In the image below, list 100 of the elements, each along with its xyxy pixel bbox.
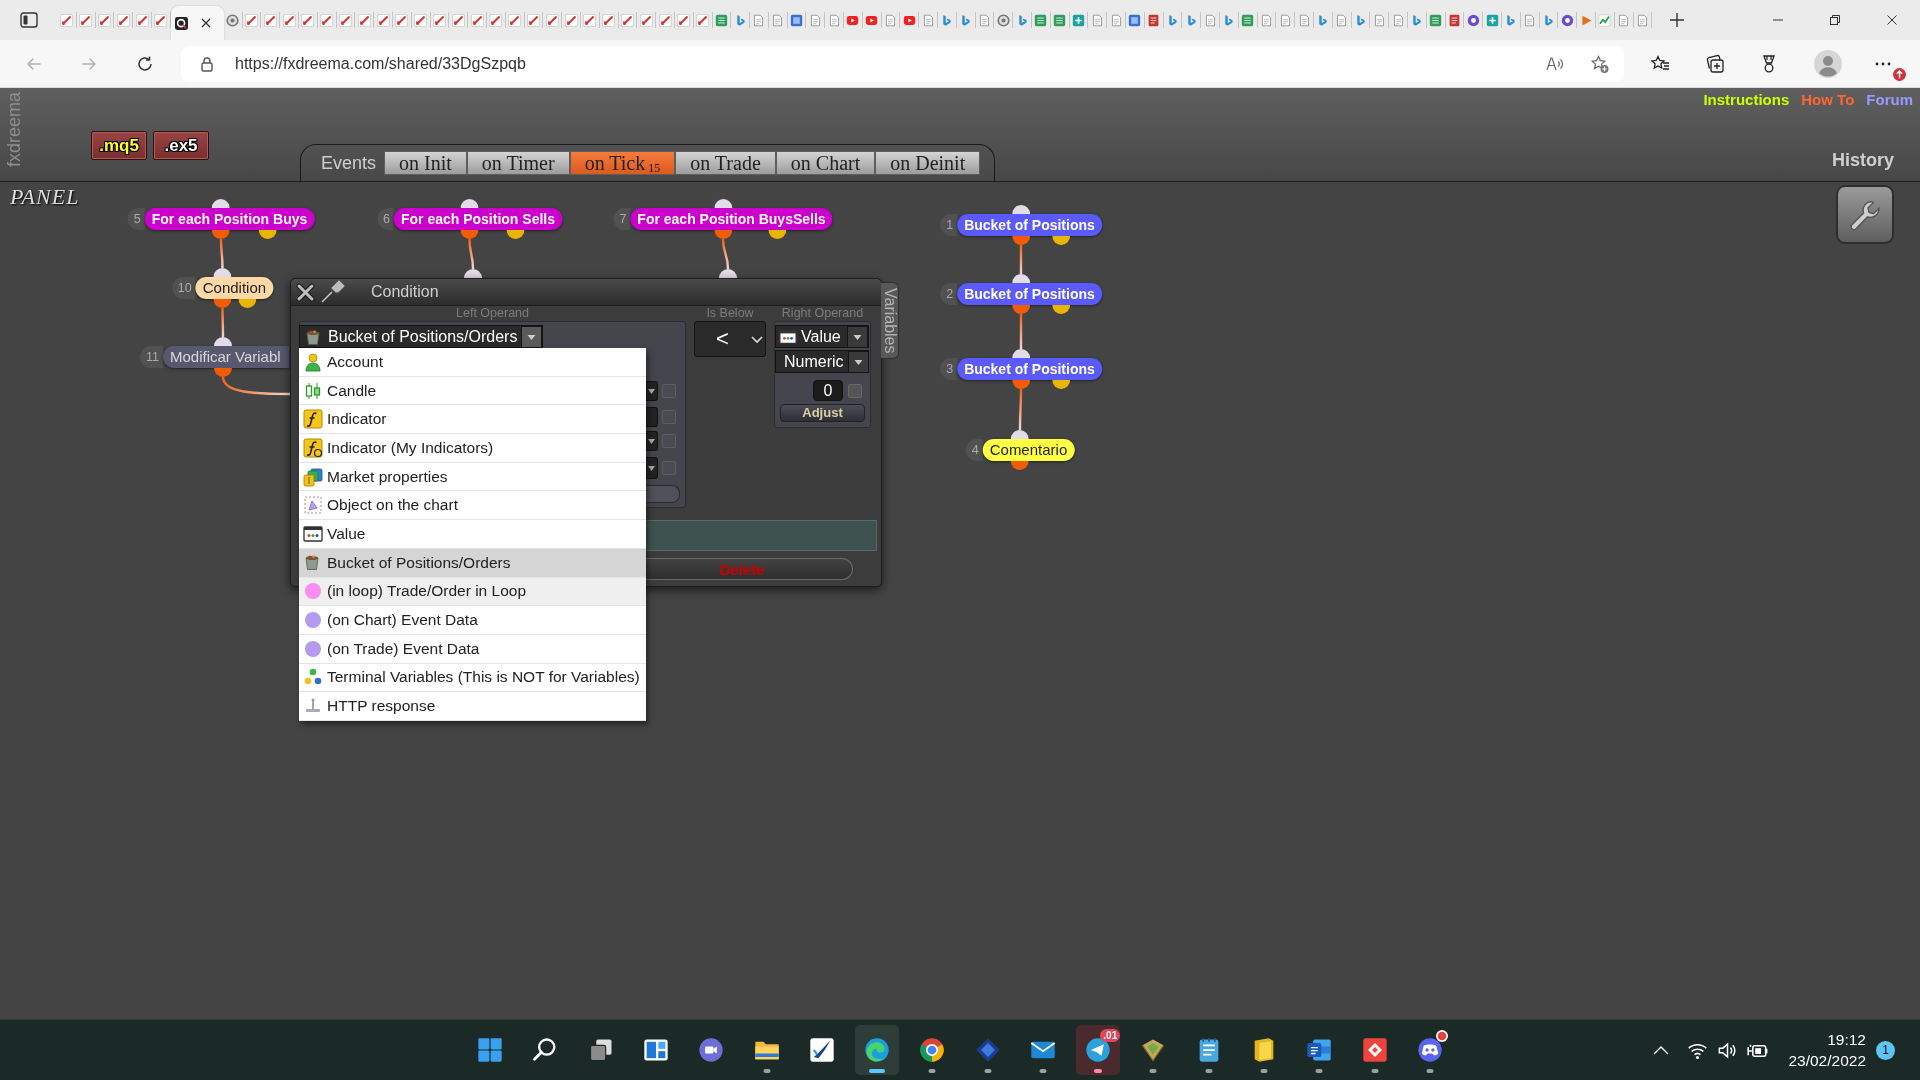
page-icon[interactable] [1260, 13, 1273, 27]
caret-icon[interactable] [847, 350, 869, 373]
play-icon[interactable] [865, 13, 879, 27]
checkmark-icon[interactable] [414, 13, 428, 27]
history-link[interactable]: History [1832, 150, 1894, 171]
cross-tile-icon[interactable] [1485, 13, 1499, 27]
page-icon[interactable] [771, 13, 785, 27]
segmented-circle-icon[interactable] [918, 1036, 947, 1064]
adjust-button[interactable]: Adjust [780, 404, 865, 422]
checkmark-icon[interactable] [564, 13, 578, 27]
menu-item[interactable]: Candle [299, 376, 646, 406]
new-tab-icon[interactable] [1669, 12, 1686, 28]
address-field[interactable]: https://fxdreema.com/shared/33DgSzpqb [181, 45, 1624, 82]
menu-item[interactable]: HTTP response [299, 692, 646, 721]
avatar-icon[interactable] [1814, 49, 1842, 78]
play-icon[interactable] [902, 13, 916, 27]
checkmark-icon[interactable] [98, 13, 111, 27]
browser-tab[interactable] [170, 6, 224, 40]
controller-icon[interactable] [1415, 1036, 1444, 1064]
node-label[interactable]: For each Position Buys [144, 208, 315, 230]
menu-item[interactable]: (on Chart) Event Data [299, 606, 646, 635]
chevron-up-icon[interactable] [1652, 1045, 1671, 1055]
page-icon[interactable] [752, 13, 766, 27]
checkmark-icon[interactable] [639, 13, 653, 27]
export-button[interactable]: .mq5 [91, 131, 147, 160]
checkmark-icon[interactable] [79, 13, 93, 27]
caret-icon[interactable] [847, 325, 868, 348]
checkmark-icon[interactable] [432, 13, 446, 27]
checkmark-icon[interactable] [696, 13, 710, 27]
page-icon[interactable] [978, 13, 992, 27]
close-icon[interactable] [200, 18, 211, 28]
checkbox[interactable] [662, 384, 676, 398]
play-icon[interactable] [846, 13, 860, 27]
page-icon[interactable] [1523, 13, 1537, 27]
chart-icon[interactable] [1598, 13, 1612, 27]
checkmark-icon[interactable] [338, 13, 352, 27]
sheet-icon[interactable] [1053, 13, 1067, 27]
checkmark-icon[interactable] [489, 13, 503, 27]
start-icon[interactable] [476, 1036, 505, 1064]
hook-icon[interactable] [1222, 13, 1236, 27]
disc-icon[interactable] [1560, 13, 1574, 27]
close-icon[interactable] [1886, 15, 1897, 25]
menu-item[interactable]: Object on the chart [299, 491, 646, 521]
menu-item[interactable]: Bucket of Positions/Orders [299, 548, 646, 578]
checkmark-icon[interactable] [545, 13, 559, 27]
collections-icon[interactable] [1705, 53, 1725, 74]
menu-item[interactable]: Indicator (My Indicators) [299, 434, 646, 463]
checkmark-icon[interactable] [470, 13, 484, 27]
checkmark-icon[interactable] [583, 13, 597, 27]
sheet-icon[interactable] [1429, 13, 1443, 27]
checkmark-icon[interactable] [376, 13, 390, 27]
checkmark-icon[interactable] [301, 13, 315, 27]
sheet-icon[interactable] [1034, 13, 1048, 27]
page-icon[interactable] [808, 13, 822, 27]
hook-icon[interactable] [1166, 13, 1179, 27]
caret-icon[interactable] [521, 325, 542, 348]
checkmark-icon[interactable] [602, 13, 616, 27]
tile-icon[interactable] [1128, 13, 1142, 27]
page-icon[interactable] [884, 13, 898, 27]
checkmark-icon[interactable] [395, 13, 409, 27]
page-icon[interactable] [1203, 13, 1217, 27]
check-tile-icon[interactable] [807, 1036, 836, 1064]
page-icon[interactable] [1372, 13, 1386, 27]
notification-count[interactable]: 1 [1876, 1040, 1895, 1060]
node-label[interactable]: For each Position Sells [393, 208, 562, 230]
clock-date[interactable]: 23/02/2022 [1788, 1050, 1866, 1071]
hook-icon[interactable] [1316, 13, 1330, 27]
add-favorite-icon[interactable] [1590, 53, 1610, 74]
hook-icon[interactable] [1504, 13, 1518, 27]
checkbox[interactable] [848, 383, 862, 398]
checkmark-icon[interactable] [154, 13, 168, 27]
sheet-icon[interactable] [714, 13, 728, 27]
hook-icon[interactable] [940, 13, 954, 27]
event-tab[interactable]: on Init [384, 151, 467, 175]
value-field[interactable]: 0 [813, 380, 843, 401]
event-tab[interactable]: on Deinit [875, 151, 981, 175]
checkmark-icon[interactable] [451, 13, 465, 27]
header-link[interactable]: Instructions [1703, 91, 1790, 108]
lock-icon[interactable] [199, 55, 215, 72]
cross-tile-icon[interactable] [1072, 13, 1086, 27]
checkmark-icon[interactable] [526, 13, 540, 27]
restore-icon[interactable] [1829, 15, 1840, 25]
checkmark-icon[interactable] [116, 13, 130, 27]
dropdown-arrow-button[interactable] [646, 381, 658, 401]
node-label[interactable]: Bucket of Positions [957, 214, 1102, 236]
node-label[interactable]: For each Position BuysSells [630, 208, 833, 230]
hook-icon[interactable] [1410, 13, 1424, 27]
dropdown-arrow-button[interactable] [646, 431, 658, 451]
checkmark-icon[interactable] [60, 13, 74, 27]
node-label[interactable]: Bucket of Positions [957, 283, 1102, 305]
page-icon[interactable] [1335, 13, 1349, 27]
page-icon[interactable] [1617, 13, 1631, 27]
checkmark-icon[interactable] [244, 13, 258, 27]
source-dropdown[interactable]: Value [775, 325, 869, 348]
page-icon[interactable] [1297, 13, 1311, 27]
page-icon[interactable] [1635, 13, 1649, 27]
sidebar-icon[interactable] [20, 12, 38, 28]
node-label[interactable]: Condition [195, 277, 274, 299]
dropdown-arrow-button[interactable] [646, 457, 658, 479]
menu-item[interactable]: Account [299, 348, 646, 377]
